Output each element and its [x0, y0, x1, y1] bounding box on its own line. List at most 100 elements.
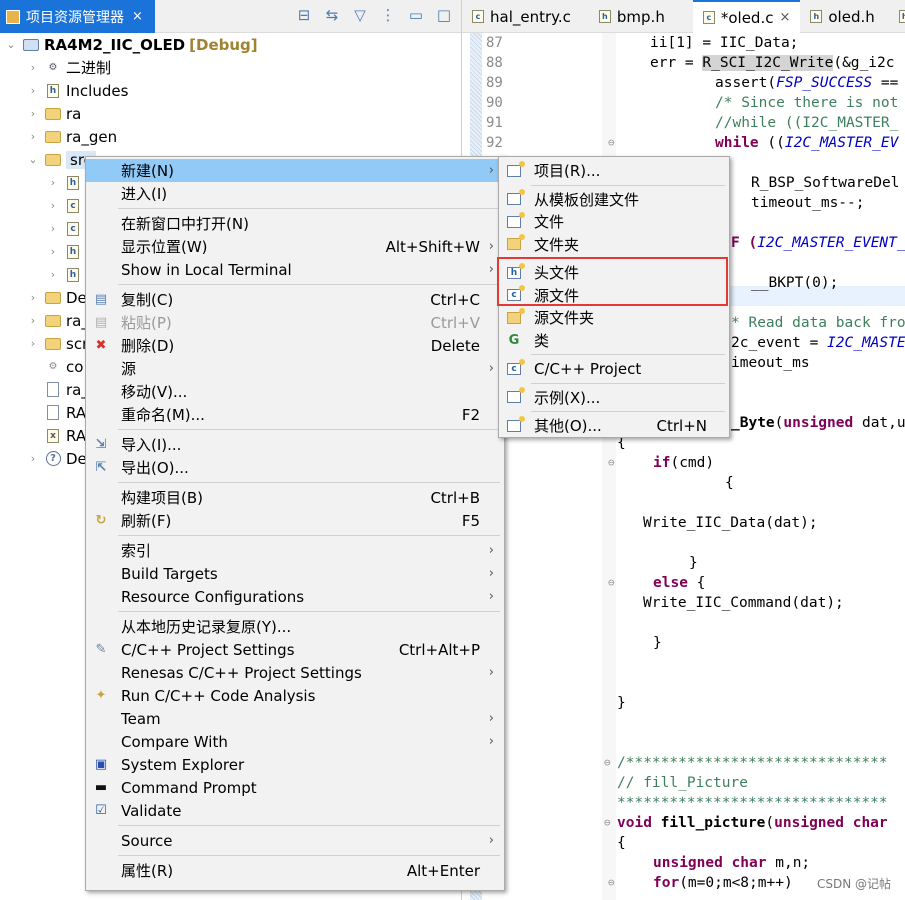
menu-item-label: 属性(R) — [121, 862, 174, 880]
menu-item[interactable]: 进入(I) — [86, 182, 504, 205]
fold-icon[interactable]: ⊖ — [608, 453, 615, 473]
menu-item-label: 复制(C) — [121, 291, 174, 309]
tree-item[interactable]: › h — [46, 240, 86, 263]
menu-item[interactable]: ▤ 粘贴(P) Ctrl+V — [86, 311, 504, 334]
fold-icon[interactable]: ⊖ — [608, 573, 615, 593]
menu-item[interactable]: 属性(R) Alt+Enter — [86, 859, 504, 882]
fold-icon[interactable]: ⊖ — [604, 753, 611, 773]
menu-item[interactable]: 文件夹 — [499, 233, 729, 256]
tree-item[interactable]: › ra_gen — [26, 125, 117, 148]
menu-item[interactable]: ↻ 刷新(F) F5 — [86, 509, 504, 532]
tree-item[interactable]: › ⚙ 二进制 — [26, 56, 111, 79]
close-icon[interactable]: × — [779, 10, 790, 25]
tree-item[interactable]: ra_ — [40, 378, 89, 401]
chevron-down-icon[interactable]: ⌄ — [4, 38, 18, 51]
tab-header-file[interactable]: h — [885, 0, 905, 33]
menu-item[interactable]: ✖ 删除(D) Delete — [86, 334, 504, 357]
menu-item-label: 在新窗口中打开(N) — [121, 215, 249, 233]
tab-oled-h[interactable]: h oled.h — [800, 0, 884, 33]
view-menu-icon[interactable]: ⋮ — [379, 6, 397, 24]
menu-item[interactable]: ⇲ 导入(I)... — [86, 433, 504, 456]
chevron-down-icon[interactable]: ⌄ — [26, 153, 40, 166]
tree-item[interactable]: › scr — [26, 332, 88, 355]
close-icon[interactable]: × — [132, 9, 143, 24]
tab-hal-entry-c[interactable]: c hal_entry.c — [462, 0, 581, 33]
tree-item[interactable]: › ra — [26, 102, 82, 125]
menu-item[interactable]: ✦ Run C/C++ Code Analysis — [86, 684, 504, 707]
tree-item[interactable]: › h — [46, 263, 86, 286]
menu-item[interactable]: 源 › — [86, 357, 504, 380]
chevron-right-icon[interactable]: › — [26, 84, 40, 97]
menu-item[interactable]: c 源文件 — [499, 284, 729, 307]
menu-item[interactable]: 构建项目(B) Ctrl+B — [86, 486, 504, 509]
menu-item[interactable]: ▤ 复制(C) Ctrl+C — [86, 288, 504, 311]
maximize-icon[interactable]: □ — [435, 6, 453, 24]
tab-bmp-h[interactable]: h bmp.h — [581, 0, 675, 33]
tree-item[interactable]: › De — [26, 286, 87, 309]
menu-item[interactable]: 移动(V)... — [86, 380, 504, 403]
menu-item[interactable]: G类 — [499, 329, 729, 352]
menu-item[interactable]: 项目(R)... — [499, 159, 729, 182]
filter-icon[interactable]: ▽ — [351, 6, 369, 24]
chevron-right-icon[interactable]: › — [46, 245, 60, 258]
tree-item[interactable]: x RA — [40, 424, 86, 447]
menu-item[interactable]: ⇱ 导出(O)... — [86, 456, 504, 479]
fold-icon[interactable]: ⊖ — [608, 873, 615, 893]
chevron-right-icon[interactable]: › — [46, 176, 60, 189]
tree-item[interactable]: › c — [46, 194, 86, 217]
menu-item[interactable]: ▬ Command Prompt — [86, 776, 504, 799]
menu-item[interactable]: 其他(O)... Ctrl+N — [499, 414, 729, 437]
tab-oled-c[interactable]: c *oled.c × — [692, 0, 801, 33]
collapse-all-icon[interactable]: ⊟ — [295, 6, 313, 24]
menu-item[interactable]: Build Targets › — [86, 562, 504, 585]
chevron-right-icon[interactable]: › — [46, 222, 60, 235]
menu-item[interactable]: 新建(N) › — [86, 159, 504, 182]
menu-item[interactable]: 从模板创建文件 — [499, 188, 729, 211]
menu-separator — [531, 411, 725, 412]
chevron-right-icon[interactable]: › — [26, 291, 40, 304]
chevron-right-icon[interactable]: › — [26, 130, 40, 143]
fold-icon[interactable]: ⊖ — [608, 133, 615, 153]
code-line: 2c_event = I2C_MASTE — [731, 335, 905, 351]
chevron-right-icon[interactable]: › — [46, 268, 60, 281]
xml-file-icon: x — [44, 428, 62, 444]
menu-item[interactable]: 显示位置(W) Alt+Shift+W › — [86, 235, 504, 258]
menu-item[interactable]: 索引 › — [86, 539, 504, 562]
menu-item[interactable]: Source › — [86, 829, 504, 852]
menu-item[interactable]: Team › — [86, 707, 504, 730]
chevron-right-icon[interactable]: › — [26, 107, 40, 120]
menu-item[interactable]: ✎ C/C++ Project Settings Ctrl+Alt+P — [86, 638, 504, 661]
tree-project-root[interactable]: ⌄ RA4M2_IIC_OLED [Debug] — [4, 33, 257, 56]
minimize-icon[interactable]: ▭ — [407, 6, 425, 24]
menu-item[interactable]: Renesas C/C++ Project Settings › — [86, 661, 504, 684]
tree-item[interactable]: ⚙ co — [40, 355, 84, 378]
menu-item[interactable]: 文件 — [499, 210, 729, 233]
line-number: 90 — [486, 95, 503, 111]
menu-item[interactable]: ☑ Validate — [86, 799, 504, 822]
tree-item[interactable]: › ra_ — [26, 309, 89, 332]
chevron-right-icon[interactable]: › — [26, 337, 40, 350]
tree-item[interactable]: › h — [46, 171, 86, 194]
chevron-right-icon[interactable]: › — [26, 61, 40, 74]
tab-project-explorer[interactable]: 项目资源管理器 × — [0, 0, 155, 33]
chevron-right-icon[interactable]: › — [46, 199, 60, 212]
menu-item[interactable]: 在新窗口中打开(N) — [86, 212, 504, 235]
menu-item[interactable]: Resource Configurations › — [86, 585, 504, 608]
link-editor-icon[interactable]: ⇆ — [323, 6, 341, 24]
menu-item[interactable]: 重命名(M)... F2 — [86, 403, 504, 426]
tree-item[interactable]: ›? De — [26, 447, 87, 470]
chevron-right-icon[interactable]: › — [26, 314, 40, 327]
menu-item[interactable]: ▣ System Explorer — [86, 753, 504, 776]
tree-item[interactable]: › h Includes — [26, 79, 129, 102]
menu-item[interactable]: Show in Local Terminal › — [86, 258, 504, 281]
menu-item[interactable]: 示例(X)... — [499, 386, 729, 409]
menu-item[interactable]: h 头文件 — [499, 261, 729, 284]
fold-icon[interactable]: ⊖ — [604, 813, 611, 833]
menu-item[interactable]: 从本地历史记录复原(Y)... — [86, 615, 504, 638]
tree-item[interactable]: RA — [40, 401, 86, 424]
menu-item[interactable]: 源文件夹 — [499, 306, 729, 329]
menu-item[interactable]: Compare With › — [86, 730, 504, 753]
menu-item[interactable]: c C/C++ Project — [499, 357, 729, 380]
tree-item[interactable]: › c — [46, 217, 86, 240]
chevron-right-icon[interactable]: › — [26, 452, 40, 465]
